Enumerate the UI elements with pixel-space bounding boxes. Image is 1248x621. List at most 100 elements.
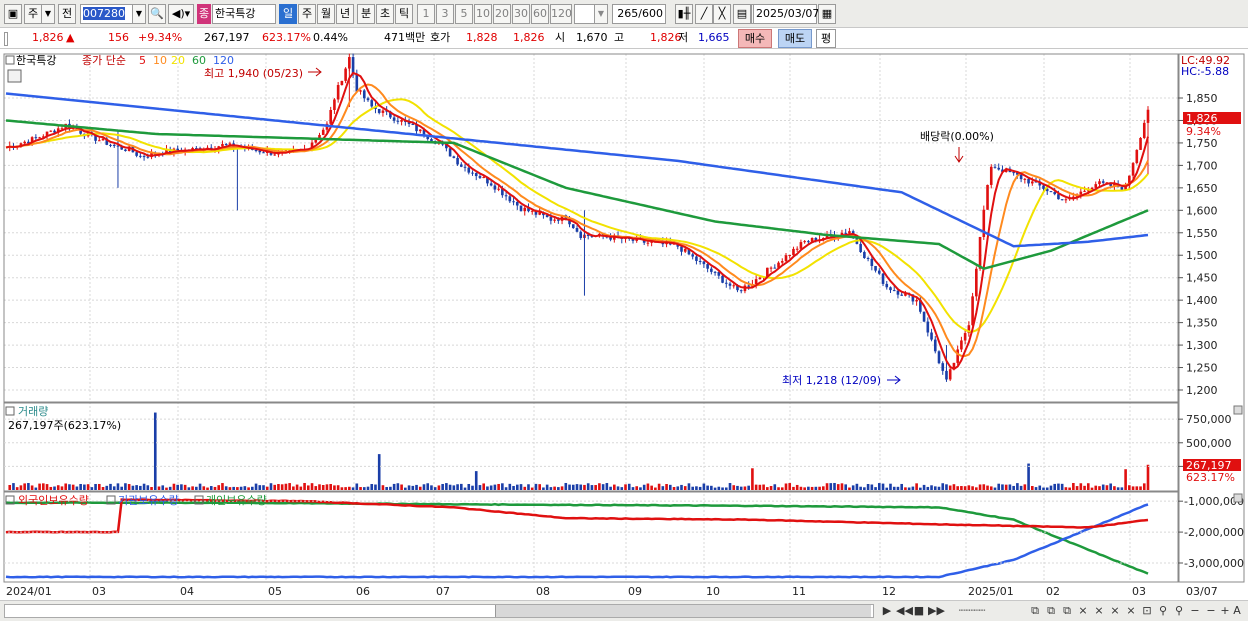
prev-button[interactable]: 전 [58, 4, 76, 24]
volume-bar [19, 485, 23, 490]
candle-body [1083, 190, 1086, 192]
period-tab-year[interactable]: 년 [336, 4, 354, 24]
volume-bar [534, 483, 538, 490]
tool-icon[interactable]: ⨯ [1076, 604, 1090, 618]
candle-body [713, 271, 717, 273]
volume-bar [512, 485, 515, 490]
period-tab-second[interactable]: 초 [376, 4, 394, 24]
price-tick-label: 1,250 [1186, 362, 1218, 375]
tool-icon[interactable]: ⨯ [1092, 604, 1106, 618]
sell-button[interactable]: 매도 [778, 29, 812, 48]
volume-bar [213, 486, 217, 490]
interval-dropdown-icon[interactable]: ▼ [594, 4, 608, 24]
period-tab-day[interactable]: 일 [279, 4, 297, 24]
volume-bar [153, 412, 157, 490]
candle-body [780, 261, 784, 263]
speaker-icon[interactable]: ◀)▾ [168, 4, 194, 24]
candle-body [321, 129, 325, 135]
period-tab-minute[interactable]: 분 [357, 4, 375, 24]
volume-close-icon[interactable] [1233, 405, 1243, 415]
volume-bar [433, 487, 437, 490]
zoom-out-icon[interactable]: − [1188, 604, 1202, 618]
calendar-icon[interactable]: ▦ [818, 4, 836, 24]
zoom-in-icon[interactable]: − [1204, 604, 1218, 618]
tool-icon[interactable]: ⧉ [1028, 604, 1042, 618]
candle-body [758, 277, 762, 280]
candle-body [889, 287, 892, 291]
interval-button[interactable]: 30 [512, 4, 530, 24]
scroll-thumb[interactable] [495, 605, 871, 617]
period-dropdown-icon[interactable]: ▼ [41, 4, 55, 24]
volume-bar [1090, 487, 1094, 490]
fast-forward-icon[interactable]: ▶▶ [928, 604, 945, 618]
interval-button[interactable]: 3 [436, 4, 454, 24]
tool-icon[interactable]: ⨯ [1108, 604, 1122, 618]
volume-bar [292, 486, 295, 490]
volume-bar [728, 483, 732, 490]
price-tick-label: 1,850 [1186, 92, 1218, 105]
drawing-tool-icon[interactable]: ╱ [695, 4, 713, 24]
time-tick-label: 05 [268, 585, 282, 598]
stop-icon[interactable]: ■ [912, 604, 926, 618]
candle-body [381, 110, 385, 113]
price-change-pct: +9.34% [138, 31, 183, 44]
date-input[interactable]: 2025/03/07 [753, 4, 819, 24]
font-size-icon[interactable]: A [1230, 604, 1244, 618]
candle-body [273, 154, 277, 156]
tool-icon[interactable]: ⊡ [1140, 604, 1154, 618]
volume-bar [1124, 469, 1127, 490]
scroll-right-icon[interactable]: ▶ [880, 604, 894, 618]
holding-close-icon[interactable] [1233, 493, 1243, 503]
candle-body [866, 257, 870, 259]
stock-name-field[interactable]: 한국특강 [212, 4, 276, 24]
magnify-icon[interactable]: ⚲ [1156, 604, 1170, 618]
grid-toggle-icon[interactable] [7, 69, 22, 83]
volume-bar [299, 486, 303, 490]
interval-button[interactable]: 5 [455, 4, 473, 24]
volume-bar [975, 487, 978, 490]
zoom-reset-icon[interactable]: ⚲ [1172, 604, 1186, 618]
code-dropdown-icon[interactable]: ▼ [132, 4, 146, 24]
speed-slider[interactable]: ┈┈┈┈ [950, 604, 994, 618]
volume-bar [180, 484, 183, 490]
quote-expand-icon[interactable] [4, 32, 8, 46]
period-tab-tick[interactable]: 틱 [395, 4, 413, 24]
volume-bar [911, 486, 915, 490]
buy-button[interactable]: 매수 [738, 29, 772, 48]
volume-bar [553, 486, 556, 490]
dividend-annotation: 배당락(0.00%) [920, 130, 994, 143]
tool-icon[interactable]: ⨯ [1124, 604, 1138, 618]
volume-bar [769, 485, 773, 490]
window-menu-icon[interactable]: ▣ [4, 4, 22, 24]
candle-body [1019, 174, 1023, 180]
tool-icon[interactable]: ⧉ [1044, 604, 1058, 618]
rewind-icon[interactable]: ◀◀ [896, 604, 913, 618]
interval-button[interactable]: 120 [550, 4, 572, 24]
period-tab-month[interactable]: 월 [317, 4, 335, 24]
volume-bar [306, 485, 310, 490]
volume-bar [321, 484, 325, 490]
compare-icon[interactable]: ╳ [713, 4, 731, 24]
interval-button[interactable]: 20 [493, 4, 511, 24]
stock-code-input[interactable]: 007280 [80, 4, 138, 24]
candle-body [1131, 163, 1135, 176]
tool-icon[interactable]: ⧉ [1060, 604, 1074, 618]
bar-count-input[interactable]: 265/600 [612, 4, 666, 24]
save-icon[interactable]: ▤ [733, 4, 751, 24]
candle-body [579, 231, 583, 238]
volume-bar [1131, 486, 1135, 490]
search-icon[interactable]: 🔍 [148, 4, 166, 24]
eval-button[interactable]: 평 [816, 29, 836, 48]
period-tab-week[interactable]: 주 [298, 4, 316, 24]
candle-body [795, 248, 799, 250]
interval-button[interactable]: 60 [531, 4, 549, 24]
interval-button[interactable]: 10 [474, 4, 492, 24]
volume-bar [766, 487, 769, 490]
interval-button[interactable]: 1 [417, 4, 435, 24]
period-selector[interactable]: 주 [24, 4, 42, 24]
volume-bar [232, 486, 235, 490]
chart-type-icon[interactable]: ▮╫ [675, 4, 693, 24]
stock-chart[interactable]: 1,8501,8001,7501,7001,6501,6001,5501,500… [0, 49, 1248, 600]
quote-bar: 1,826 ▲ 156 +9.34% 267,197 623.17% 0.44%… [0, 28, 1248, 49]
scroll-track[interactable] [4, 604, 874, 618]
